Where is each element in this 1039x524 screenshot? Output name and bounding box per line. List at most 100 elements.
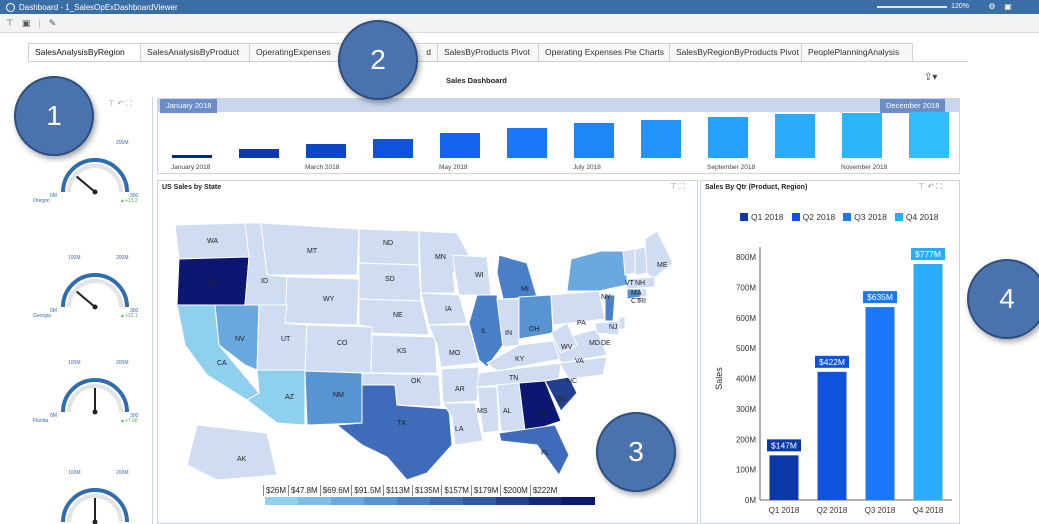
- timeline-month-bar[interactable]: [239, 148, 279, 158]
- expand-icon[interactable]: ⛶: [679, 182, 685, 191]
- settings-icon[interactable]: ⚙: [987, 2, 997, 12]
- y-tick-label: 700M: [736, 283, 756, 292]
- filter-icon[interactable]: ⊤: [108, 99, 115, 108]
- timeline-month-bar[interactable]: [641, 119, 681, 158]
- gauge-state-label: Georgia: [33, 313, 51, 319]
- timeline-month-bar[interactable]: [373, 139, 413, 158]
- timeline-month-bar[interactable]: [172, 154, 212, 158]
- gauge-dial: [61, 378, 129, 415]
- state-label: VT: [625, 280, 635, 287]
- tab-0[interactable]: SalesAnalysisByRegion: [28, 43, 141, 62]
- qtr-bar-chart[interactable]: 0M 100M 200M 300M 400M 500M 600M 700M 800M Sales $…: [700, 240, 960, 520]
- window-icon[interactable]: ▣: [1003, 2, 1013, 12]
- state-wy[interactable]: [284, 276, 360, 326]
- zoom-slider[interactable]: [877, 5, 948, 8]
- filter-icon[interactable]: ⊤: [6, 18, 14, 29]
- state-label: ND: [383, 240, 393, 247]
- gauge-dial: [61, 158, 129, 195]
- expand-icon[interactable]: ⛶: [936, 182, 942, 191]
- timeline-month-bar[interactable]: [574, 123, 614, 158]
- state-nd[interactable]: [358, 228, 420, 266]
- tab-6[interactable]: SalesByRegionByProducts Pivot: [669, 43, 802, 61]
- edit-icon[interactable]: ✎: [49, 18, 57, 29]
- legend-item[interactable]: Q2 2018: [791, 212, 835, 222]
- tab-1[interactable]: SalesAnalysisByProduct: [140, 43, 250, 61]
- legend-item[interactable]: Q4 2018: [894, 212, 939, 222]
- filter-icon[interactable]: ⊤: [918, 182, 925, 191]
- save-icon[interactable]: ▣: [22, 18, 31, 29]
- share-export-icon[interactable]: ⇪▾: [924, 72, 937, 83]
- y-tick-label: 500M: [736, 344, 756, 353]
- state-label: OK: [411, 378, 421, 385]
- state-ar[interactable]: [440, 366, 480, 404]
- filter-icon[interactable]: ⊤: [670, 182, 677, 191]
- state-ny[interactable]: [566, 250, 628, 292]
- timeline-month-bar[interactable]: [909, 112, 949, 158]
- timeline-month-bar[interactable]: [440, 133, 480, 158]
- y-tick-label: 400M: [736, 375, 756, 384]
- timeline-month-bar[interactable]: [507, 127, 547, 158]
- gauge-max-label: 200M: [116, 470, 129, 476]
- legend-item[interactable]: Q3 2018: [843, 212, 887, 222]
- state-az[interactable]: [246, 369, 306, 426]
- tab-4[interactable]: SalesByProducts Pivot: [437, 43, 539, 61]
- legend-value: $113M: [383, 485, 412, 496]
- timeline-month-bar[interactable]: [842, 112, 882, 158]
- state-vt[interactable]: [622, 248, 636, 276]
- state-wi[interactable]: [452, 254, 492, 296]
- timeline-month-bar[interactable]: [306, 144, 346, 158]
- tab-7[interactable]: PeoplePlanningAnalysis: [801, 43, 913, 61]
- bar-q1-2018[interactable]: [769, 455, 799, 500]
- timeline-month-bar[interactable]: [775, 114, 815, 158]
- state-label: CA: [217, 360, 227, 367]
- tab-5[interactable]: Operating Expenses Pie Charts: [538, 43, 670, 61]
- state-label: PA: [577, 320, 586, 327]
- legend-swatch: [843, 213, 852, 221]
- y-axis-label: Sales: [714, 367, 724, 390]
- state-ak[interactable]: [186, 424, 278, 480]
- state-label: ID: [261, 278, 268, 285]
- legend-swatch: [894, 213, 903, 221]
- timeline-axis-label: September 2018: [707, 164, 756, 171]
- undo-icon[interactable]: ↶: [927, 182, 934, 191]
- timeline-start-label[interactable]: January 2018: [160, 99, 218, 113]
- legend-item[interactable]: Q1 2018: [740, 212, 784, 222]
- legend-label: Q1 2018: [751, 212, 784, 222]
- undo-icon[interactable]: ↶: [117, 99, 124, 108]
- bar-q3-2018[interactable]: [865, 307, 895, 500]
- state-ia[interactable]: [420, 292, 468, 326]
- state-me[interactable]: [644, 230, 674, 280]
- separator: |: [38, 18, 41, 28]
- toolbar: ⊤ ▣ | ✎: [0, 14, 1039, 33]
- gauge-hub: [92, 409, 98, 415]
- state-label: IL: [481, 328, 487, 335]
- state-ri[interactable]: [640, 288, 648, 298]
- legend-swatch: [791, 213, 800, 221]
- gauge-state-label: Florida: [33, 418, 49, 424]
- bar-q4-2018[interactable]: [913, 263, 943, 500]
- state-co[interactable]: [304, 324, 373, 374]
- gauge-hub: [92, 304, 98, 310]
- state-de[interactable]: [618, 316, 626, 330]
- bar-q2-2018[interactable]: [817, 371, 847, 500]
- timeline-axis-label: July 2018: [573, 164, 601, 171]
- callout-1: 1: [14, 76, 94, 156]
- qtr-card-controls: ⊤ ↶ ⛶: [918, 182, 942, 192]
- gauge-mid-label: 100M: [68, 470, 81, 476]
- expand-icon[interactable]: ⛶: [126, 99, 132, 108]
- x-tick-label: Q1 2018: [769, 506, 800, 515]
- timeline-month-bar[interactable]: [708, 116, 748, 158]
- tab-2[interactable]: OperatingExpenses: [249, 43, 344, 61]
- timeline-end-label[interactable]: December 2018: [880, 99, 946, 113]
- state-mi[interactable]: [496, 254, 538, 300]
- zoom-level: 120%: [951, 3, 969, 10]
- state-label: MA: [631, 290, 642, 297]
- tab-underline: [28, 61, 968, 62]
- y-tick-label: 0M: [745, 496, 756, 505]
- state-label: KY: [515, 356, 525, 363]
- legend-swatch: [331, 497, 364, 505]
- zoom-control[interactable]: 120%: [877, 3, 969, 10]
- state-fl[interactable]: [498, 424, 570, 476]
- gauge-mid-label: 100M: [68, 360, 81, 366]
- callout-2: 2: [338, 20, 418, 100]
